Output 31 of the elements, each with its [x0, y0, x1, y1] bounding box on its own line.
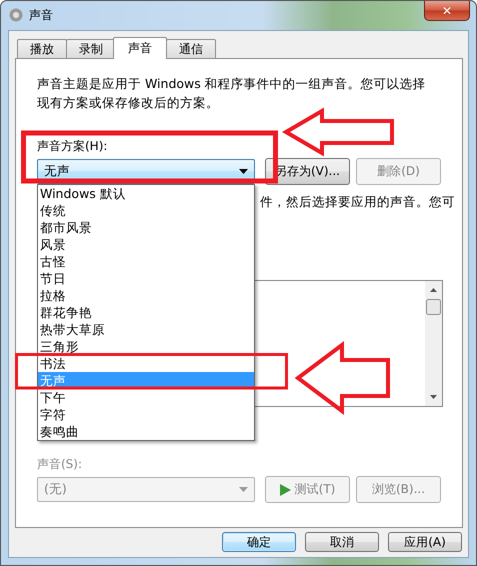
dropdown-option[interactable]: 节日	[38, 270, 254, 287]
scrollbar[interactable]	[425, 281, 442, 406]
close-button[interactable]: ✕	[424, 1, 470, 21]
tab[interactable]: 播放	[17, 39, 67, 58]
dropdown-option[interactable]: 书法	[38, 355, 254, 372]
dropdown-option[interactable]: 下午	[38, 389, 254, 406]
apply-button[interactable]: 应用(A)	[388, 532, 462, 552]
dropdown-option[interactable]: 奏鸣曲	[38, 423, 254, 440]
ok-button[interactable]: 确定	[222, 532, 296, 552]
window-title: 声音	[29, 7, 53, 24]
dropdown-option[interactable]: 拉格	[38, 287, 254, 304]
tab[interactable]: 录制	[66, 39, 116, 58]
play-icon	[280, 484, 291, 496]
dropdown-option[interactable]: 风景	[38, 236, 254, 253]
dropdown-arrow-icon	[239, 169, 248, 174]
dropdown-option[interactable]: Windows 默认	[38, 185, 254, 202]
dropdown-option[interactable]: 三角形	[38, 338, 254, 355]
tab[interactable]: 通信	[166, 39, 216, 58]
dropdown-option[interactable]: 传统	[38, 202, 254, 219]
scheme-label: 声音方案(H):	[37, 138, 108, 155]
dropdown-option[interactable]: 字符	[38, 406, 254, 423]
dropdown-arrow-icon	[239, 487, 248, 492]
dropdown-option[interactable]: 热带大草原	[38, 321, 254, 338]
dropdown-option[interactable]: 古怪	[38, 253, 254, 270]
description-text: 声音主题是应用于 Windows 和程序事件中的一组声音。您可以选择现有方案或保存修改后的方案。	[37, 75, 427, 112]
tab[interactable]: 声音	[113, 37, 167, 59]
sound-label: 声音(S):	[37, 456, 82, 473]
dropdown-option[interactable]: 都市风景	[38, 219, 254, 236]
cancel-button[interactable]: 取消	[305, 532, 379, 552]
instruction-text: 件，然后选择要应用的声音。您可	[260, 194, 455, 211]
dropdown-option[interactable]: 群花争艳	[38, 304, 254, 321]
